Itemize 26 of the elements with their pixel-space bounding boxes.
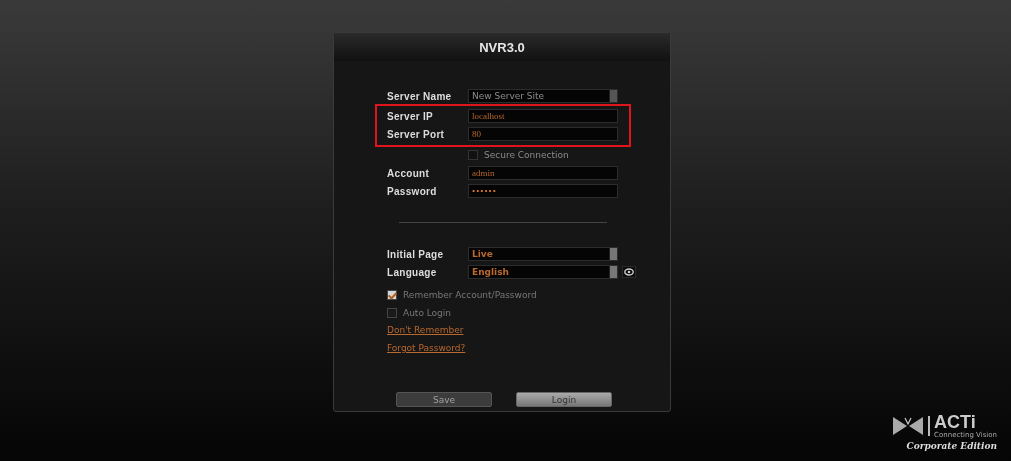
input-field[interactable]: localhost	[468, 109, 618, 123]
input-field[interactable]: 80	[468, 127, 618, 141]
field-label: Account	[387, 167, 431, 179]
dropdown[interactable]: English	[468, 265, 618, 279]
checkbox[interactable]	[387, 290, 397, 300]
dropdown[interactable]: Live	[468, 247, 618, 261]
field-label: Language	[387, 266, 438, 278]
eye-icon[interactable]	[622, 266, 636, 278]
link[interactable]: Don't Remember	[387, 325, 464, 337]
field-label: Password	[387, 185, 438, 197]
checkbox-label: Remember Account/Password	[403, 290, 537, 300]
logo-icon	[892, 416, 925, 436]
field-label: Server Name	[387, 90, 453, 102]
brand-name: ACTi	[934, 413, 976, 431]
link[interactable]: Forgot Password?	[387, 343, 466, 355]
field-label: Initial Page	[387, 248, 445, 260]
field-label: Server IP	[387, 110, 435, 122]
field-label: Server Port	[387, 128, 446, 140]
checkbox-label: Auto Login	[403, 308, 452, 318]
checkbox[interactable]	[387, 308, 397, 318]
input-field[interactable]: admin	[468, 166, 618, 180]
edition-label: Corporate Edition	[906, 441, 997, 451]
input-field[interactable]: ••••••	[468, 184, 618, 198]
login-button[interactable]: Login	[516, 392, 612, 407]
checkbox-label: Secure Connection	[484, 150, 569, 160]
window-title: NVR3.0	[479, 39, 525, 55]
